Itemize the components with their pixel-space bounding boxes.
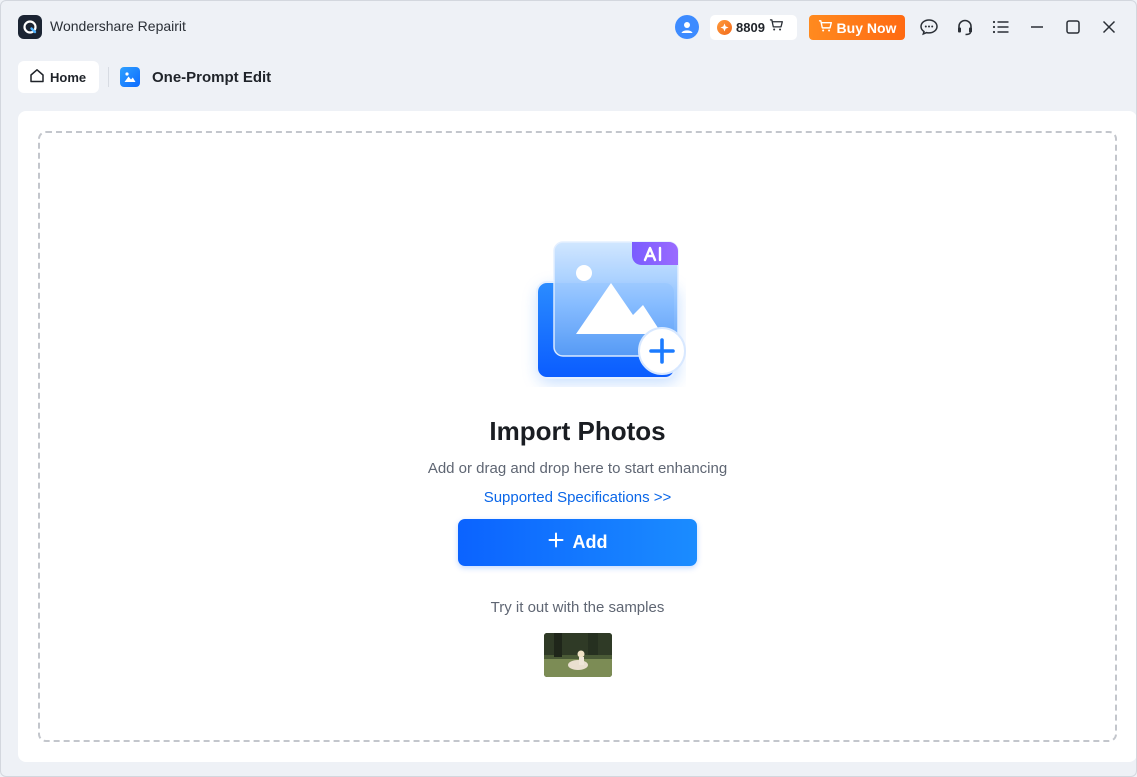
minimize-icon[interactable] xyxy=(1025,15,1049,39)
feedback-icon[interactable] xyxy=(917,15,941,39)
close-icon[interactable] xyxy=(1097,15,1121,39)
credits-count: 8809 xyxy=(736,20,765,35)
import-subtitle: Add or drag and drop here to start enhan… xyxy=(427,460,728,477)
app-logo-icon xyxy=(18,15,42,39)
samples-text: Try it out with the samples xyxy=(490,599,665,616)
app-title: Wondershare Repairit xyxy=(50,18,186,34)
buy-now-button[interactable]: Buy Now xyxy=(809,15,905,40)
add-label: Add xyxy=(572,532,608,552)
user-avatar-icon[interactable] xyxy=(675,15,699,39)
buy-now-label: Buy Now xyxy=(836,19,897,36)
page-title: One-Prompt Edit xyxy=(152,69,272,86)
cart-icon xyxy=(769,18,784,37)
supported-specifications-link[interactable]: Supported Specifications >> xyxy=(40,489,1115,506)
credits-badge[interactable]: 8809 xyxy=(710,15,797,40)
image-feature-icon xyxy=(120,67,140,87)
add-button[interactable]: Add xyxy=(458,519,697,566)
home-label: Home xyxy=(50,69,87,85)
menu-list-icon[interactable] xyxy=(989,15,1013,39)
main-panel: Import Photos Add or drag and drop here … xyxy=(18,111,1136,762)
breadcrumb-divider xyxy=(108,67,109,87)
title-bar: Wondershare Repairit 8809 Buy Now xyxy=(1,1,1136,53)
home-tab[interactable]: Home xyxy=(18,61,99,93)
import-title: Import Photos xyxy=(489,416,666,446)
home-icon xyxy=(29,68,45,86)
cart-icon xyxy=(818,19,833,36)
maximize-icon[interactable] xyxy=(1061,15,1085,39)
plus-icon xyxy=(548,532,564,553)
drop-zone[interactable]: Import Photos Add or drag and drop here … xyxy=(38,131,1117,742)
coin-icon xyxy=(717,20,732,35)
app-window: Wondershare Repairit 8809 Buy Now Home O… xyxy=(0,0,1137,777)
headset-support-icon[interactable] xyxy=(953,15,977,39)
sample-image-thumbnail[interactable] xyxy=(544,633,612,677)
import-photos-illustration-icon xyxy=(516,227,686,387)
